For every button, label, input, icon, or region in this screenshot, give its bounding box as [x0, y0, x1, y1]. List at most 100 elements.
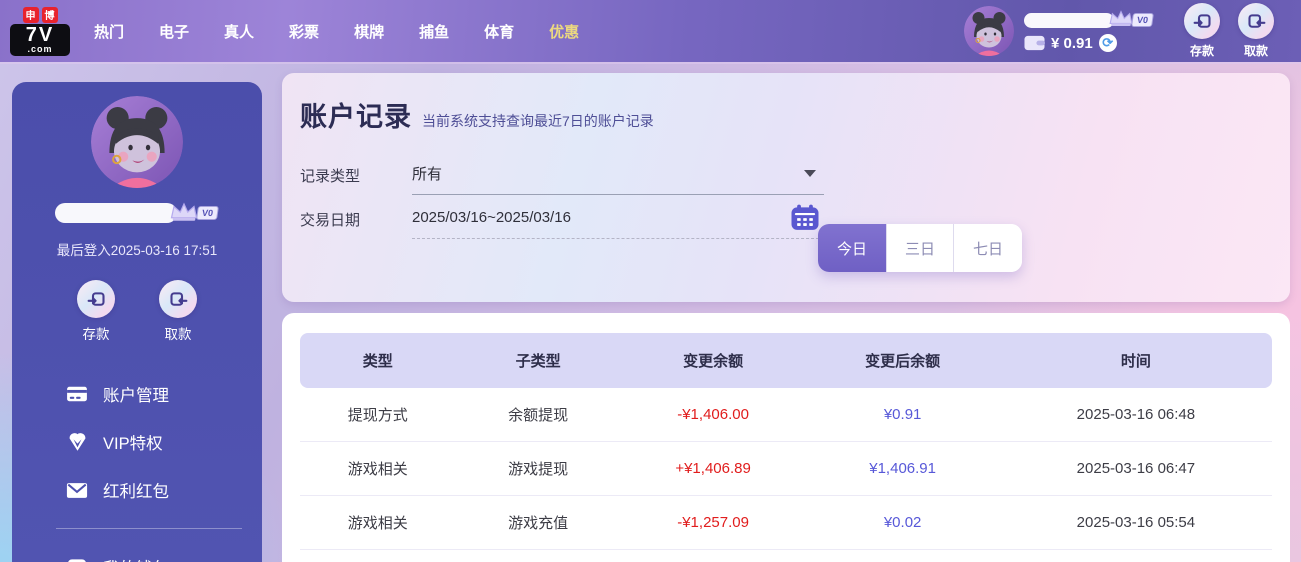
- user-cluster: V0 ¥ 0.91 ⟳ 存款 取款: [963, 3, 1279, 59]
- date-range-value: 2025/03/16~2025/03/16: [412, 209, 571, 226]
- nav-item-slots[interactable]: 电子: [159, 21, 189, 42]
- cell-subtype: 游戏充值: [508, 515, 569, 532]
- sidebar-withdraw-icon: [159, 280, 197, 318]
- cell-after: ¥1,406.91: [869, 460, 936, 477]
- main-content: 账户记录 当前系统支持查询最近7日的账户记录 记录类型 所有 交易日期 2025…: [282, 73, 1290, 562]
- brand-badge-1: 申: [22, 6, 39, 23]
- col-header-type: 类型: [362, 353, 393, 370]
- balance-amount: ¥ 0.91: [1050, 34, 1093, 52]
- vip-badge-icon: [66, 432, 88, 452]
- range-7day-button[interactable]: 七日: [954, 224, 1022, 272]
- date-range-label: 交易日期: [300, 212, 361, 229]
- sidebar-avatar[interactable]: [91, 96, 183, 188]
- cell-subtype: 余额提现: [508, 407, 569, 424]
- brand-name-block: 7V .com: [10, 23, 70, 56]
- sidebar-deposit-icon: [77, 280, 115, 318]
- records-table-panel: 类型 子类型 变更余额 变更后余额 时间 提现方式 余额提现 -¥1,406.0…: [282, 313, 1290, 562]
- table-row: 游戏相关 游戏充值 -¥1,257.09 ¥0.02 2025-03-16 05…: [300, 496, 1272, 550]
- cell-change: +¥1,406.89: [675, 460, 751, 477]
- cell-type: 游戏相关: [347, 461, 408, 478]
- record-type-value: 所有: [412, 166, 443, 183]
- sidebar-item-label: VIP特权: [103, 435, 163, 453]
- brand-badges: 申 博: [10, 6, 70, 23]
- col-header-after: 变更后余额: [865, 353, 941, 370]
- record-type-row: 记录类型 所有: [300, 153, 1272, 195]
- cell-type: 提现方式: [347, 407, 408, 424]
- wallet-icon: [1024, 35, 1045, 51]
- brand-tld: .com: [27, 43, 53, 54]
- sidebar-vip-level-badge: V0: [196, 206, 220, 220]
- sidebar-item-account-management[interactable]: 账户管理: [66, 380, 262, 408]
- nav-item-chess[interactable]: 棋牌: [354, 21, 384, 42]
- date-range-quick-buttons: 今日 三日 七日: [818, 224, 1022, 272]
- deposit-icon: [1184, 3, 1220, 39]
- user-avatar[interactable]: [963, 6, 1014, 56]
- sidebar-item-label: 红利红包: [103, 483, 169, 501]
- vip-crown-icon: [1108, 9, 1134, 27]
- envelope-icon: [66, 482, 88, 499]
- sidebar-username-row: V0: [12, 201, 262, 225]
- calendar-icon[interactable]: [790, 204, 820, 231]
- date-range-row: 交易日期 2025/03/16~2025/03/16: [300, 197, 1272, 239]
- nav-item-hot[interactable]: 热门: [94, 21, 124, 42]
- balance-row: ¥ 0.91 ⟳: [1024, 34, 1153, 52]
- sidebar-item-label: 账户管理: [103, 387, 169, 405]
- sidebar-item-vip-privileges[interactable]: VIP特权: [66, 428, 262, 456]
- page: 申 博 7V .com 热门 电子 真人 彩票 棋牌 捕鱼 体育 优惠 V0 ¥…: [0, 0, 1301, 562]
- last-login-text: 最后登入2025-03-16 17:51: [56, 243, 218, 258]
- nav-item-sports[interactable]: 体育: [484, 21, 514, 42]
- withdraw-icon: [1238, 3, 1274, 39]
- sidebar-actions: 存款 取款: [12, 280, 262, 343]
- range-3day-button[interactable]: 三日: [886, 224, 954, 272]
- username-redacted: [1023, 12, 1114, 28]
- withdraw-button[interactable]: 取款: [1233, 3, 1279, 59]
- sidebar-item-bonus-redpacket[interactable]: 红利红包: [66, 476, 262, 504]
- col-header-change: 变更余额: [683, 353, 744, 370]
- account-records-panel: 账户记录 当前系统支持查询最近7日的账户记录 记录类型 所有 交易日期 2025…: [282, 73, 1290, 302]
- cell-subtype: 游戏提现: [508, 461, 569, 478]
- nav-item-fishing[interactable]: 捕鱼: [419, 21, 449, 42]
- col-header-subtype: 子类型: [515, 353, 561, 370]
- page-subtitle: 当前系统支持查询最近7日的账户记录: [422, 113, 654, 129]
- sidebar-item-my-wallet[interactable]: 我的钱包: [66, 553, 262, 562]
- sidebar-deposit-button[interactable]: 存款: [73, 280, 119, 343]
- sidebar-divider: [56, 528, 242, 529]
- cell-time: 2025-03-16 06:48: [1076, 406, 1196, 423]
- user-meta: V0 ¥ 0.91 ⟳: [1023, 9, 1154, 52]
- chevron-down-icon: [804, 170, 816, 177]
- main-nav: 热门 电子 真人 彩票 棋牌 捕鱼 体育 优惠: [94, 21, 579, 42]
- table-row: 游戏相关 游戏提现 +¥1,406.89 ¥1,406.91 2025-03-1…: [300, 442, 1272, 496]
- record-type-label: 记录类型: [300, 168, 361, 185]
- record-type-select[interactable]: 所有: [412, 153, 824, 195]
- date-range-input[interactable]: 2025/03/16~2025/03/16: [412, 197, 824, 239]
- sidebar-item-label: 我的钱包: [103, 555, 169, 562]
- brand-logo[interactable]: 申 博 7V .com: [10, 6, 70, 56]
- cell-time: 2025-03-16 06:47: [1076, 460, 1196, 477]
- cell-after: ¥0.02: [883, 514, 922, 531]
- brand-badge-2: 博: [41, 6, 58, 23]
- range-today-button[interactable]: 今日: [818, 224, 886, 272]
- cell-time: 2025-03-16 05:54: [1076, 514, 1196, 531]
- brand-name: 7V: [25, 23, 55, 46]
- col-header-time: 时间: [1120, 353, 1151, 370]
- nav-item-promo[interactable]: 优惠: [549, 21, 579, 42]
- sidebar-withdraw-button[interactable]: 取款: [155, 280, 201, 343]
- cell-change: -¥1,257.09: [677, 514, 749, 531]
- top-nav-bar: 申 博 7V .com 热门 电子 真人 彩票 棋牌 捕鱼 体育 优惠 V0 ¥…: [0, 0, 1301, 62]
- vip-level-badge: V0: [1131, 13, 1154, 27]
- nav-item-lottery[interactable]: 彩票: [289, 21, 319, 42]
- page-title: 账户记录: [300, 102, 412, 132]
- sidebar-vip-crown-icon: [169, 201, 199, 222]
- title-row: 账户记录 当前系统支持查询最近7日的账户记录: [300, 95, 1272, 139]
- sidebar-username-redacted: [55, 203, 178, 223]
- page-body: V0 最后登入2025-03-16 17:51 存款 取款 账户管理 VIP特权…: [0, 62, 1301, 562]
- wallet-icon: [66, 558, 88, 562]
- deposit-button[interactable]: 存款: [1179, 3, 1225, 59]
- refresh-balance-icon[interactable]: ⟳: [1098, 34, 1117, 52]
- table-header-row: 类型 子类型 变更余额 变更后余额 时间: [300, 333, 1272, 388]
- cell-type: 游戏相关: [347, 515, 408, 532]
- sidebar: V0 最后登入2025-03-16 17:51 存款 取款 账户管理 VIP特权…: [12, 82, 262, 562]
- nav-item-live[interactable]: 真人: [224, 21, 254, 42]
- table-row: 提现方式 余额提现 -¥1,406.00 ¥0.91 2025-03-16 06…: [300, 388, 1272, 442]
- cell-after: ¥0.91: [883, 406, 922, 423]
